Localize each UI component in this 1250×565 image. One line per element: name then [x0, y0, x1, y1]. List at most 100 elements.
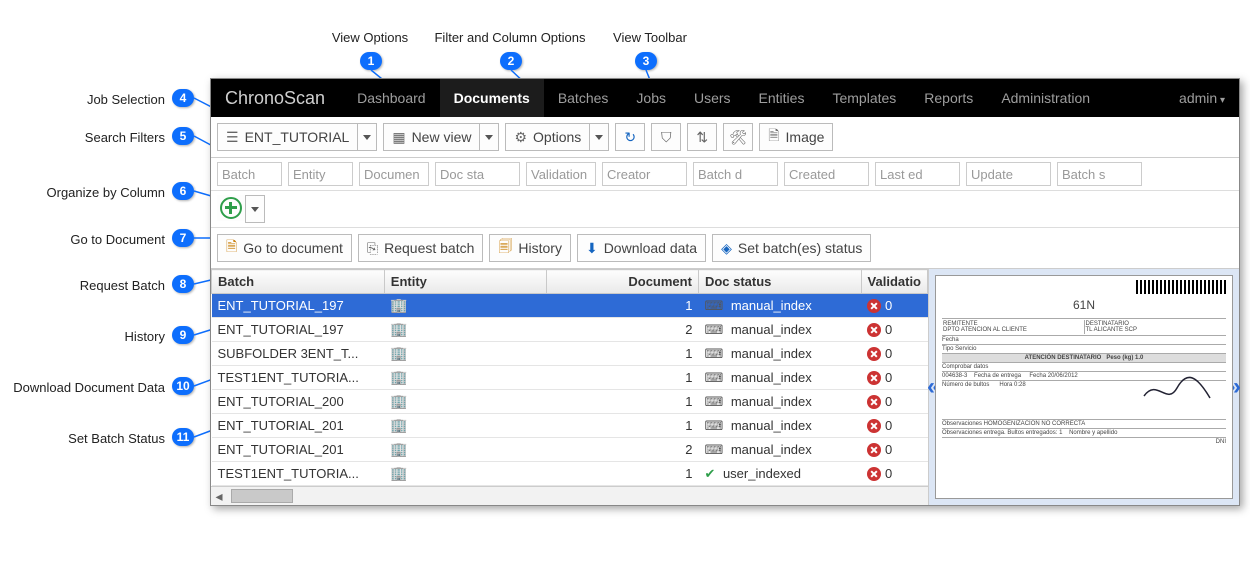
gear-icon: ⚙ [514, 129, 527, 146]
nav-reports[interactable]: Reports [910, 79, 987, 117]
history-icon: 🗐 [498, 236, 512, 260]
index-icon: ⌨ [704, 322, 723, 337]
callout-left-label-9: History [0, 329, 165, 344]
callout-top-label-3: View Toolbar [600, 30, 700, 45]
nav-entities[interactable]: Entities [745, 79, 819, 117]
building-icon: 🏢 [390, 297, 407, 313]
filter-entity[interactable]: Entity [288, 162, 353, 186]
preview-title: 61N [942, 298, 1226, 312]
filter-validation[interactable]: Validation [526, 162, 596, 186]
download-data-button[interactable]: ⬇Download data [577, 234, 706, 262]
callout-left-label-4: Job Selection [0, 92, 165, 107]
callout-bubble-2: 2 [500, 52, 522, 70]
chevron-down-icon [251, 207, 259, 212]
view-toolstrip: ☰ENT_TUTORIAL ▦New view ⚙Options ↻ ⛉ ⇅ 🛠… [211, 117, 1239, 158]
callout-left-label-5: Search Filters [0, 130, 165, 145]
filter-update[interactable]: Update [966, 162, 1051, 186]
callout-bubble-10: 10 [172, 377, 194, 395]
building-icon: 🏢 [390, 393, 407, 409]
callout-left-label-10: Download Document Data [0, 380, 165, 395]
filter-creator[interactable]: Creator [602, 162, 687, 186]
col-docstatus[interactable]: Doc status [698, 270, 861, 294]
error-icon [867, 323, 881, 337]
filter-batch[interactable]: Batch [217, 162, 282, 186]
building-icon: 🏢 [390, 465, 407, 481]
filter-batchs[interactable]: Batch s [1057, 162, 1142, 186]
tag-icon: ◈ [721, 240, 732, 257]
set-batch-status-button[interactable]: ◈Set batch(es) status [712, 234, 871, 262]
error-icon [867, 299, 881, 313]
table-row[interactable]: TEST1ENT_TUTORIA...🏢1✔ user_indexed0 [212, 462, 928, 486]
table-row[interactable]: ENT_TUTORIAL_200🏢1⌨ manual_index0 [212, 390, 928, 414]
col-batch[interactable]: Batch [212, 270, 385, 294]
tools-button[interactable]: 🛠 [723, 123, 753, 151]
new-view-button[interactable]: ▦New view [383, 123, 499, 151]
content-split: Batch Entity Document Doc status Validat… [211, 269, 1239, 505]
download-icon: ⬇ [586, 240, 598, 257]
index-icon: ⌨ [704, 418, 723, 433]
table-row[interactable]: SUBFOLDER 3ENT_T...🏢1⌨ manual_index0 [212, 342, 928, 366]
table-row[interactable]: TEST1ENT_TUTORIA...🏢1⌨ manual_index0 [212, 366, 928, 390]
error-icon [867, 347, 881, 361]
row-actions: 🗎Go to document ⎘Request batch 🗐History … [211, 228, 1239, 269]
add-organize-column[interactable] [217, 195, 265, 223]
callout-bubble-8: 8 [172, 275, 194, 293]
job-select[interactable]: ☰ENT_TUTORIAL [217, 123, 377, 151]
filter-created[interactable]: Created [784, 162, 869, 186]
nav-batches[interactable]: Batches [544, 79, 623, 117]
nav-templates[interactable]: Templates [818, 79, 910, 117]
request-batch-button[interactable]: ⎘Request batch [358, 234, 484, 262]
table-row[interactable]: ENT_TUTORIAL_197🏢2⌨ manual_index0 [212, 318, 928, 342]
user-menu[interactable]: admin ▾ [1179, 90, 1239, 106]
index-icon: ⌨ [704, 442, 723, 457]
image-button[interactable]: 🗎Image [759, 123, 833, 151]
go-to-document-button[interactable]: 🗎Go to document [217, 234, 352, 262]
filter-docstatus[interactable]: Doc sta [435, 162, 520, 186]
col-entity[interactable]: Entity [384, 270, 546, 294]
col-validation[interactable]: Validatio [861, 270, 927, 294]
check-icon: ✔ [704, 466, 715, 481]
nav-jobs[interactable]: Jobs [622, 79, 680, 117]
search-filters: Batch Entity Documen Doc sta Validation … [211, 158, 1239, 191]
error-icon [867, 419, 881, 433]
filter-batchd[interactable]: Batch d [693, 162, 778, 186]
nav-administration[interactable]: Administration [987, 79, 1104, 117]
barcode-icon [1136, 280, 1226, 294]
sort-icon: ⇅ [696, 129, 708, 146]
preview-document[interactable]: 61N REMITENTEDPTO ATENCION AL CLIENTEDES… [935, 275, 1233, 499]
funnel-icon: ⛉ [661, 129, 672, 146]
history-button[interactable]: 🗐History [489, 234, 571, 262]
error-icon [867, 443, 881, 457]
chevron-down-icon [485, 135, 493, 140]
filter-button[interactable]: ⛉ [651, 123, 681, 151]
nav-dashboard[interactable]: Dashboard [343, 79, 440, 117]
callout-bubble-3: 3 [635, 52, 657, 70]
building-icon: 🏢 [390, 369, 407, 385]
callout-left-label-8: Request Batch [0, 278, 165, 293]
horizontal-scrollbar[interactable]: ◂ [211, 486, 928, 505]
documents-table[interactable]: Batch Entity Document Doc status Validat… [211, 269, 928, 486]
nav-users[interactable]: Users [680, 79, 745, 117]
table-row[interactable]: ENT_TUTORIAL_201🏢1⌨ manual_index0 [212, 414, 928, 438]
list-icon: ☰ [226, 129, 239, 146]
table-row[interactable]: ENT_TUTORIAL_201🏢2⌨ manual_index0 [212, 438, 928, 462]
error-icon [867, 467, 881, 481]
wrench-icon: 🛠 [729, 129, 747, 146]
col-document[interactable]: Document [546, 270, 698, 294]
building-icon: 🏢 [390, 441, 407, 457]
callout-bubble-4: 4 [172, 89, 194, 107]
document-icon: 🗎 [768, 125, 779, 149]
callout-top-label-2: Filter and Column Options [430, 30, 590, 45]
refresh-button[interactable]: ↻ [615, 123, 645, 151]
filter-document[interactable]: Documen [359, 162, 429, 186]
callout-top-label-1: View Options [320, 30, 420, 45]
callout-left-label-11: Set Batch Status [0, 431, 165, 446]
callout-bubble-7: 7 [172, 229, 194, 247]
sort-button[interactable]: ⇅ [687, 123, 717, 151]
table-row[interactable]: ENT_TUTORIAL_197🏢1⌨ manual_index0 [212, 294, 928, 318]
options-button[interactable]: ⚙Options [505, 123, 609, 151]
building-icon: 🏢 [390, 345, 407, 361]
app-window: ChronoScan Dashboard Documents Batches J… [210, 78, 1240, 506]
nav-documents[interactable]: Documents [440, 79, 544, 117]
filter-lasted[interactable]: Last ed [875, 162, 960, 186]
